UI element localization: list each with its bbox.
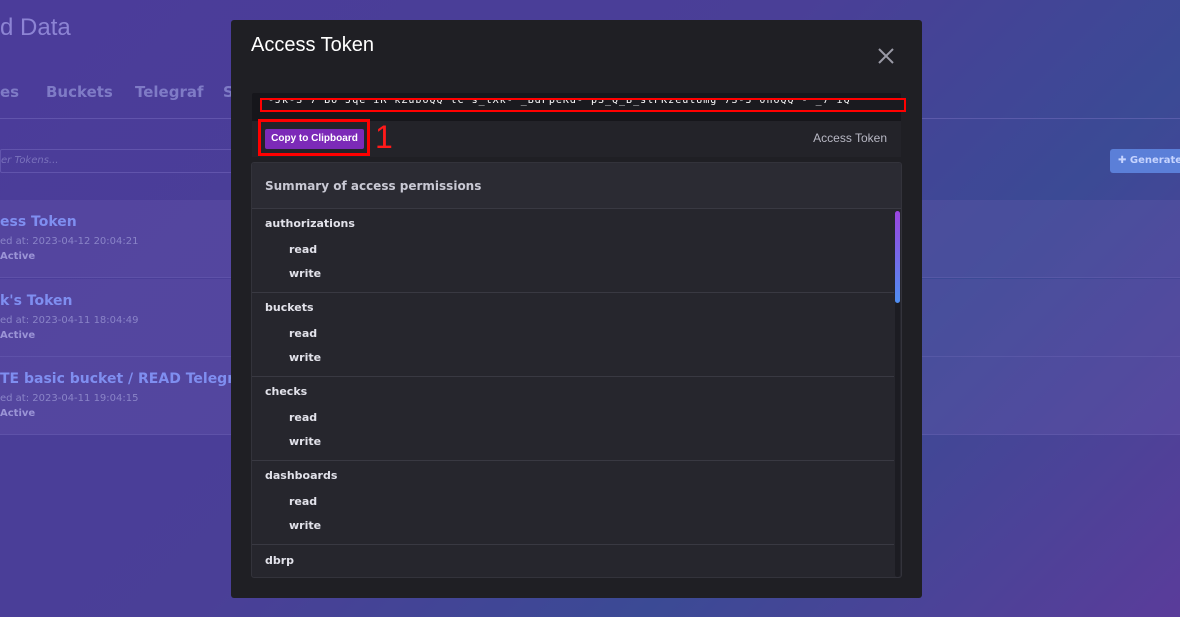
token-value-redacted[interactable]: -Jk-S 7 Bo Jqe iR kZuboQQ lC s_lXk- _BdF… <box>260 98 906 112</box>
modal-title: Access Token <box>251 34 375 56</box>
token-footer: Copy to Clipboard 1 Access Token <box>252 119 901 157</box>
annotation-number: 1 <box>375 119 393 155</box>
scrollbar-thumb[interactable] <box>895 211 900 303</box>
permission-resource: buckets <box>265 301 314 314</box>
access-token-modal: Access Token -Jk-S 7 Bo Jqe iR kZuboQQ l… <box>231 20 922 598</box>
permissions-scrollbar[interactable] <box>895 211 900 577</box>
tab-telegraf[interactable]: Telegraf <box>135 83 204 101</box>
token-title[interactable]: ess Token <box>0 214 77 230</box>
token-display: -Jk-S 7 Bo Jqe iR kZuboQQ lC s_lXk- _BdF… <box>252 93 906 157</box>
permission-group: authorizations read write <box>252 209 894 293</box>
permission-group: buckets read write <box>252 293 894 377</box>
generate-button-label: Generate <box>1129 155 1180 166</box>
page-title: d Data <box>0 14 71 41</box>
permission-resource: authorizations <box>265 217 355 230</box>
permission-resource: dbrp <box>265 554 295 567</box>
tab-partial[interactable]: es <box>0 83 19 101</box>
permission-action: read <box>289 243 318 256</box>
permission-action: write <box>289 267 322 280</box>
permissions-title: Summary of access permissions <box>265 179 482 193</box>
permission-group: dashboards read write <box>252 461 894 545</box>
token-title[interactable]: k's Token <box>0 293 73 309</box>
permission-action: read <box>289 411 318 424</box>
token-status: Active <box>0 251 36 262</box>
permission-action: read <box>289 327 318 340</box>
permission-group: checks read write <box>252 377 894 461</box>
permissions-header: Summary of access permissions <box>252 163 901 209</box>
permission-resource: dashboards <box>265 469 338 482</box>
copy-to-clipboard-button[interactable]: Copy to Clipboard <box>265 129 364 149</box>
token-title[interactable]: TE basic bucket / READ Telegraf_s <box>0 371 265 387</box>
plus-icon: ✚ <box>1118 155 1130 166</box>
token-status: Active <box>0 330 36 341</box>
permission-action: write <box>289 435 322 448</box>
token-date: ed at: 2023-04-11 19:04:15 <box>0 393 139 404</box>
token-status: Active <box>0 408 36 419</box>
tab-buckets[interactable]: Buckets <box>46 83 113 101</box>
close-button[interactable] <box>874 44 898 68</box>
close-icon <box>878 48 894 64</box>
permission-resource: checks <box>265 385 308 398</box>
permission-action: read <box>289 495 318 508</box>
permission-group: dbrp <box>252 546 894 577</box>
token-date: ed at: 2023-04-12 20:04:21 <box>0 236 139 247</box>
permission-action: write <box>289 519 322 532</box>
permissions-panel: Summary of access permissions authorizat… <box>251 162 902 578</box>
token-label: Access Token <box>813 131 887 145</box>
token-date: ed at: 2023-04-11 18:04:49 <box>0 315 139 326</box>
generate-token-button[interactable]: ✚ Generate <box>1110 149 1180 173</box>
filter-tokens-input[interactable]: er Tokens... <box>0 149 240 173</box>
token-value: -Jk-S 7 Bo Jqe iR kZuboQQ lC s_lXk- _BdF… <box>268 98 851 106</box>
permission-action: write <box>289 351 322 364</box>
